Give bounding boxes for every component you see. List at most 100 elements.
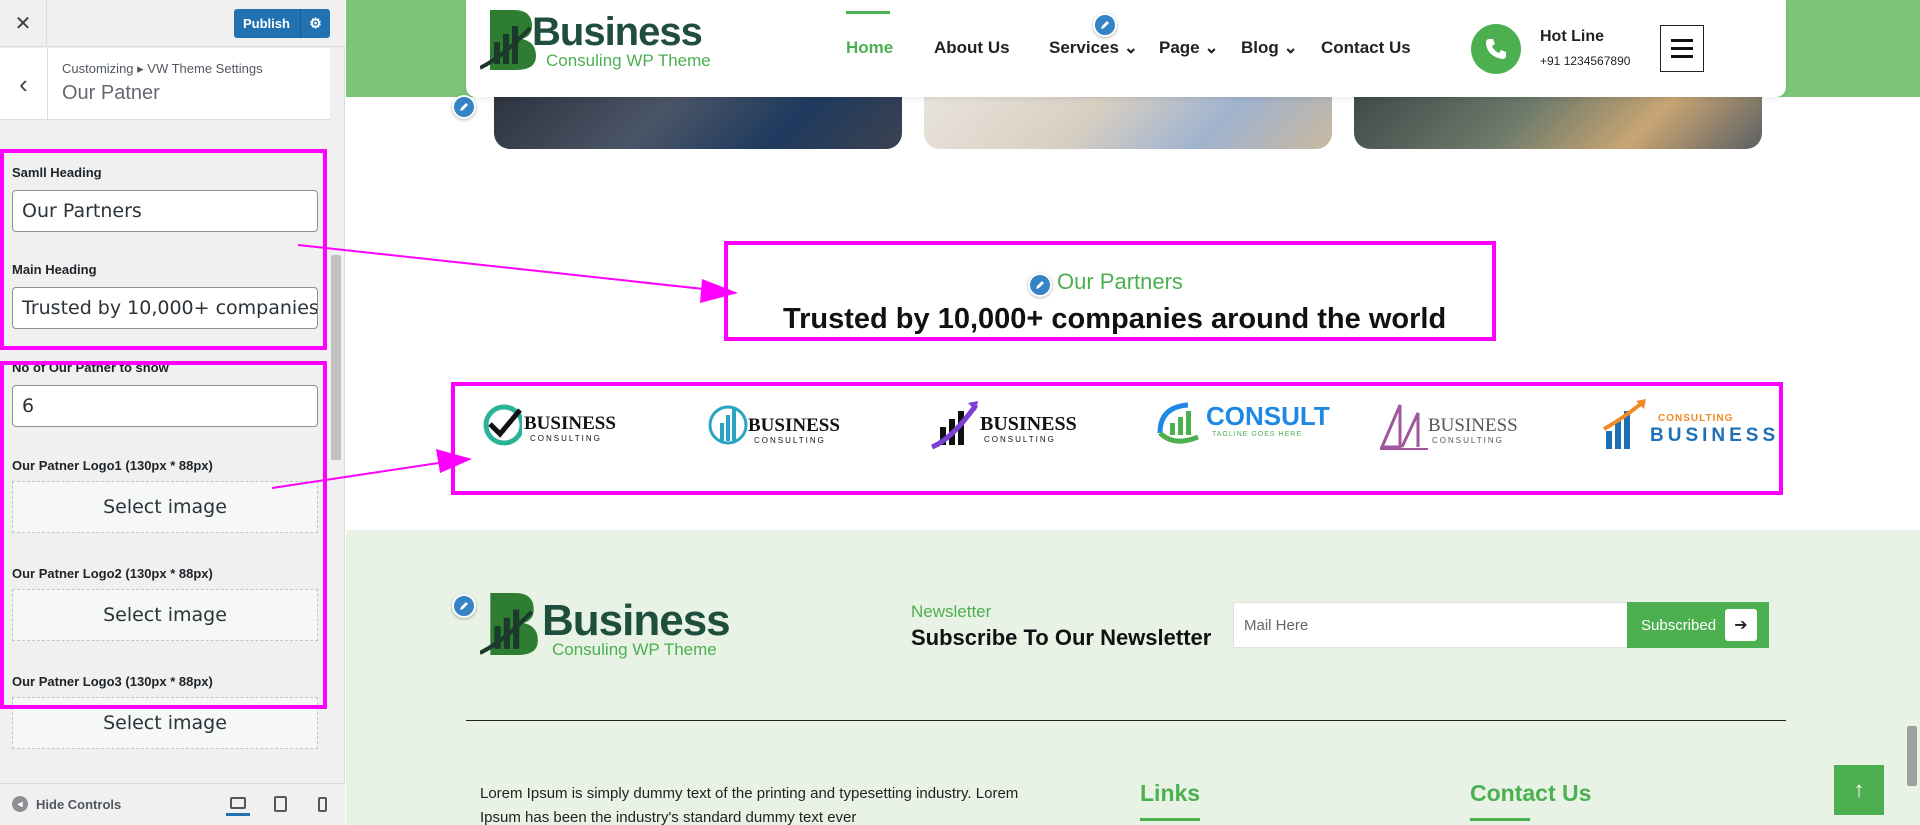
edit-shortcut-partners[interactable] xyxy=(1028,273,1052,297)
arrow-right-icon: ➔ xyxy=(1725,609,1757,641)
partner-logo-4[interactable]: CONSULT TAGLINE GOES HERE xyxy=(1154,395,1330,455)
footer-contact-title: Contact Us xyxy=(1470,780,1592,806)
newsletter-small-heading: Newsletter xyxy=(911,602,992,621)
chevron-left-icon: ‹ xyxy=(19,68,28,99)
desktop-preview-button[interactable] xyxy=(226,792,250,816)
mobile-icon xyxy=(317,796,327,812)
footer-divider xyxy=(466,720,1786,721)
breadcrumb: Customizing ▸ VW Theme Settings xyxy=(62,61,263,76)
newsletter-heading: Subscribe To Our Newsletter xyxy=(911,625,1212,650)
nav-blog-label: Blog xyxy=(1241,38,1279,57)
nav-blog[interactable]: Blog ⌄ xyxy=(1241,38,1298,58)
partner-logo-sub: CONSULTING xyxy=(530,434,602,443)
mobile-preview-button[interactable] xyxy=(310,792,334,816)
subscribe-label: Subscribed xyxy=(1641,616,1717,634)
back-button[interactable]: ‹ xyxy=(0,48,48,120)
hotline-title: Hot Line xyxy=(1540,28,1604,45)
nav-about[interactable]: About Us xyxy=(934,38,1010,58)
partner-count-input[interactable]: 6 xyxy=(12,385,318,427)
footer-logo[interactable] xyxy=(479,588,542,663)
active-nav-indicator xyxy=(846,11,890,14)
footer-logo-name: Business xyxy=(542,596,731,645)
edit-shortcut-footer[interactable] xyxy=(452,594,476,618)
pencil-icon xyxy=(460,103,468,111)
partner-logo1-select-button[interactable]: Select image xyxy=(12,481,318,533)
partners-small-heading: Our Partners xyxy=(1057,269,1183,294)
nav-page[interactable]: Page ⌄ xyxy=(1159,38,1219,58)
close-icon: ✕ xyxy=(14,13,32,35)
partner-logo-title: CONSULT xyxy=(1206,401,1330,431)
publish-label: Publish xyxy=(243,16,290,31)
hamburger-menu-button[interactable] xyxy=(1660,25,1704,72)
newsletter-email-input[interactable]: Mail Here xyxy=(1233,602,1629,648)
chevron-down-icon: ⌄ xyxy=(1123,38,1138,57)
service-image-3 xyxy=(1354,96,1762,149)
partner-logo-2[interactable]: BUSINESS CONSULTING xyxy=(708,395,848,455)
close-customizer-button[interactable]: ✕ xyxy=(0,0,47,47)
site-preview: Business Consuling WP Theme Home About U… xyxy=(346,0,1920,825)
publish-button[interactable]: Publish ⚙ xyxy=(234,9,330,38)
nav-contact[interactable]: Contact Us xyxy=(1321,38,1411,58)
small-heading-input[interactable]: Our Partners xyxy=(12,190,318,232)
partner-logo-title: BUSINESS xyxy=(980,413,1077,435)
partner-logo-3[interactable]: BUSINESS CONSULTING xyxy=(930,395,1080,455)
partner-logo-icon xyxy=(483,404,522,446)
partner-logo-sub: TAGLINE GOES HERE xyxy=(1212,431,1302,438)
site-logo[interactable] xyxy=(479,6,540,77)
hamburger-line xyxy=(1671,47,1693,50)
partner-logo-title: BUSINESS xyxy=(1428,415,1518,436)
partner-logo-1[interactable]: BUSINESS CONSULTING xyxy=(482,395,622,455)
partner-logo-icon xyxy=(708,405,748,445)
footer-links-underline xyxy=(1140,818,1200,821)
subscribe-button[interactable]: Subscribed ➔ xyxy=(1627,602,1769,648)
nav-home[interactable]: Home xyxy=(846,38,893,58)
small-heading-label: Samll Heading xyxy=(12,165,102,180)
partner-logo3-label: Our Patner Logo3 (130px * 88px) xyxy=(12,674,213,689)
partner-logo2-select-button[interactable]: Select image xyxy=(12,589,318,641)
hide-controls-label: Hide Controls xyxy=(36,796,122,812)
partners-main-heading: Trusted by 10,000+ companies around the … xyxy=(783,303,1447,335)
main-heading-input[interactable]: Trusted by 10,000+ companies a xyxy=(12,287,318,329)
partner-logo-5[interactable]: BUSINESS CONSULTING xyxy=(1378,395,1528,455)
partner-logo-title: BUSINESS xyxy=(748,415,840,436)
partner-logo-icon xyxy=(1603,399,1646,449)
partner-logo3-select-button[interactable]: Select image xyxy=(12,697,318,749)
footer-links-title: Links xyxy=(1140,780,1201,806)
hamburger-line xyxy=(1671,55,1693,58)
hotline-number: +91 1234567890 xyxy=(1540,54,1631,68)
section-title: Our Patner xyxy=(62,82,160,104)
partner-logo2-label: Our Patner Logo2 (130px * 88px) xyxy=(12,566,213,581)
desktop-icon xyxy=(230,796,246,809)
partner-logo-title: BUSINESS xyxy=(1650,425,1780,446)
logo-mark-icon xyxy=(479,593,538,656)
site-header: Business Consuling WP Theme Home About U… xyxy=(466,0,1786,97)
partner-logo-sub: CONSULTING xyxy=(984,435,1056,444)
partner-logo-sub: CONSULTING xyxy=(754,436,826,445)
hide-controls-icon: ◂ xyxy=(12,796,28,812)
nav-services[interactable]: Services ⌄ xyxy=(1049,38,1138,58)
logo-tagline: Consuling WP Theme xyxy=(546,51,711,70)
partner-logo-6[interactable]: CONSULTING BUSINESS xyxy=(1602,395,1775,455)
arrow-up-icon: ↑ xyxy=(1853,777,1865,802)
footer-contact-underline xyxy=(1470,818,1530,821)
pencil-icon xyxy=(1101,21,1109,29)
tablet-preview-button[interactable] xyxy=(268,792,292,816)
preview-scrollbar[interactable] xyxy=(1907,726,1917,786)
edit-shortcut-menu[interactable] xyxy=(1093,13,1117,37)
sidebar-scrollbar[interactable] xyxy=(331,255,341,460)
partner-logo1-label: Our Patner Logo1 (130px * 88px) xyxy=(12,458,213,473)
tablet-icon xyxy=(273,796,287,812)
partner-logo-title: BUSINESS xyxy=(524,413,616,434)
chevron-down-icon: ⌄ xyxy=(1283,38,1298,57)
service-image-1 xyxy=(494,96,902,149)
edit-shortcut-services[interactable] xyxy=(452,95,476,119)
footer-logo-tagline: Consuling WP Theme xyxy=(552,640,717,659)
hide-controls-button[interactable]: ◂ Hide Controls xyxy=(12,796,121,812)
chevron-down-icon: ⌄ xyxy=(1204,38,1219,57)
scroll-to-top-button[interactable]: ↑ xyxy=(1834,765,1884,815)
main-heading-label: Main Heading xyxy=(12,262,97,277)
pencil-icon xyxy=(1036,281,1044,289)
partner-logo-icon xyxy=(930,401,979,450)
partner-logo-icon xyxy=(1379,404,1428,450)
gear-icon[interactable]: ⚙ xyxy=(300,9,330,38)
